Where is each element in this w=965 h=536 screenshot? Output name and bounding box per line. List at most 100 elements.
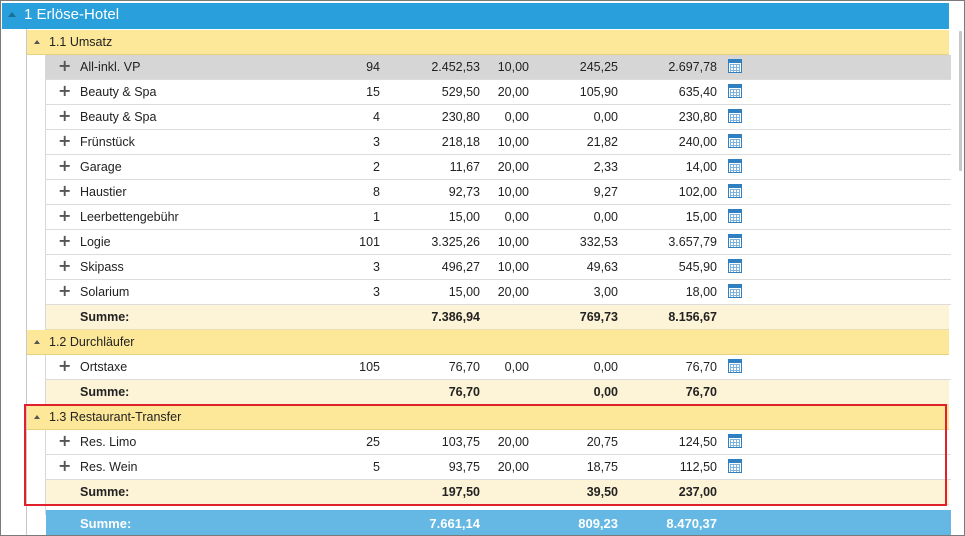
item-net: 15,00 <box>448 285 480 299</box>
item-name: Logie <box>80 235 111 249</box>
calendar-icon[interactable] <box>728 234 742 248</box>
table-row[interactable]: + Garage 2 11,67 20,00 2,33 14,00 <box>46 155 951 180</box>
sum-label: Summe: <box>80 385 130 399</box>
item-tax-rate: 10,00 <box>497 235 529 249</box>
sum-net: 197,50 <box>441 485 480 499</box>
collapse-arrow-icon[interactable] <box>8 12 16 17</box>
item-quantity: 94 <box>366 60 380 74</box>
item-quantity: 2 <box>373 160 380 174</box>
triangle-up-icon[interactable] <box>34 40 40 44</box>
item-name: Res. Wein <box>80 460 138 474</box>
sum-label: Summe: <box>80 485 130 499</box>
group-header[interactable]: 1.2 Durchläufer <box>27 330 949 355</box>
item-net: 11,67 <box>449 160 480 174</box>
table-row[interactable]: + Beauty & Spa 4 230,80 0,00 0,00 230,80 <box>46 105 951 130</box>
sum-gross: 8.156,67 <box>668 310 717 324</box>
calendar-icon[interactable] <box>728 184 742 198</box>
table-row[interactable]: + Logie 101 3.325,26 10,00 332,53 3.657,79 <box>46 230 951 255</box>
item-net: 2.452,53 <box>431 60 480 74</box>
table-row[interactable]: + Leerbettengebühr 1 15,00 0,00 0,00 15,00 <box>46 205 951 230</box>
triangle-up-icon[interactable] <box>34 340 40 344</box>
calendar-icon[interactable] <box>728 84 742 98</box>
group-header[interactable]: 1.3 Restaurant-Transfer <box>27 405 949 430</box>
grand-total-gross: 8.470,37 <box>666 516 717 531</box>
calendar-icon[interactable] <box>728 459 742 473</box>
item-gross: 18,00 <box>685 285 717 299</box>
calendar-icon[interactable] <box>728 259 742 273</box>
plus-icon[interactable]: + <box>58 182 71 200</box>
calendar-icon[interactable] <box>728 434 742 448</box>
category-header[interactable]: 1 Erlöse-Hotel <box>2 3 949 29</box>
table-row[interactable]: + Beauty & Spa 15 529,50 20,00 105,90 635,40 <box>46 80 951 105</box>
item-name: Skipass <box>80 260 124 274</box>
triangle-up-icon[interactable] <box>34 415 40 419</box>
item-tax: 21,82 <box>586 135 618 149</box>
item-gross: 240,00 <box>678 135 717 149</box>
item-gross: 635,40 <box>678 85 717 99</box>
plus-icon[interactable]: + <box>58 132 71 150</box>
sum-tax: 769,73 <box>579 310 618 324</box>
grand-total-net: 7.661,14 <box>429 516 480 531</box>
item-tax: 18,75 <box>586 460 618 474</box>
table-row[interactable]: + All-inkl. VP 94 2.452,53 10,00 245,25 2.697,… <box>46 55 951 80</box>
item-name: Haustier <box>80 185 127 199</box>
item-tax: 2,33 <box>593 160 618 174</box>
calendar-icon[interactable] <box>728 209 742 223</box>
plus-icon[interactable]: + <box>58 107 71 125</box>
sum-tax: 0,00 <box>593 385 618 399</box>
table-row[interactable]: + Res. Wein 5 93,75 20,00 18,75 112,50 <box>46 455 951 480</box>
item-tax-rate: 0,00 <box>504 110 529 124</box>
calendar-icon[interactable] <box>728 284 742 298</box>
item-net: 92,73 <box>448 185 480 199</box>
calendar-icon[interactable] <box>728 59 742 73</box>
plus-icon[interactable]: + <box>58 432 71 450</box>
report-window: 1 Erlöse-Hotel 1.1 Umsatz + All-inkl. VP 94… <box>0 0 965 536</box>
item-tax-rate: 10,00 <box>497 135 529 149</box>
grand-total-row: Summe: 7.661,14 809,23 8.470,37 <box>46 510 951 535</box>
group-sum-row: Summe: 7.386,94 769,73 8.156,67 <box>46 305 949 330</box>
table-row[interactable]: + Ortstaxe 105 76,70 0,00 0,00 76,70 <box>46 355 951 380</box>
item-net: 103,75 <box>441 435 480 449</box>
item-gross: 2.697,78 <box>668 60 717 74</box>
item-tax-rate: 10,00 <box>497 260 529 274</box>
table-row[interactable]: + Solarium 3 15,00 20,00 3,00 18,00 <box>46 280 951 305</box>
sum-tax: 39,50 <box>586 485 618 499</box>
item-quantity: 105 <box>359 360 380 374</box>
plus-icon[interactable]: + <box>58 207 71 225</box>
group-title: 1.3 Restaurant-Transfer <box>49 410 182 424</box>
item-tax: 49,63 <box>586 260 618 274</box>
item-tax: 332,53 <box>579 235 618 249</box>
sum-net: 76,70 <box>448 385 480 399</box>
plus-icon[interactable]: + <box>58 357 71 375</box>
item-quantity: 1 <box>373 210 380 224</box>
group-sum-row: Summe: 197,50 39,50 237,00 <box>46 480 949 505</box>
calendar-icon[interactable] <box>728 109 742 123</box>
table-row[interactable]: + Skipass 3 496,27 10,00 49,63 545,90 <box>46 255 951 280</box>
item-quantity: 3 <box>373 260 380 274</box>
item-quantity: 101 <box>359 235 380 249</box>
item-name: Beauty & Spa <box>80 85 157 99</box>
item-quantity: 5 <box>373 460 380 474</box>
calendar-icon[interactable] <box>728 359 742 373</box>
plus-icon[interactable]: + <box>58 457 71 475</box>
item-tax: 245,25 <box>579 60 618 74</box>
item-name: Ortstaxe <box>80 360 128 374</box>
item-tax-rate: 20,00 <box>497 285 529 299</box>
plus-icon[interactable]: + <box>58 57 71 75</box>
item-tax: 0,00 <box>593 360 618 374</box>
table-row[interactable]: + Frünstück 3 218,18 10,00 21,82 240,00 <box>46 130 951 155</box>
item-gross: 15,00 <box>685 210 717 224</box>
plus-icon[interactable]: + <box>58 257 71 275</box>
group-header[interactable]: 1.1 Umsatz <box>27 30 949 55</box>
plus-icon[interactable]: + <box>58 232 71 250</box>
item-net: 3.325,26 <box>431 235 480 249</box>
table-row[interactable]: + Haustier 8 92,73 10,00 9,27 102,00 <box>46 180 951 205</box>
calendar-icon[interactable] <box>728 134 742 148</box>
sum-gross: 237,00 <box>678 485 717 499</box>
plus-icon[interactable]: + <box>58 157 71 175</box>
calendar-icon[interactable] <box>728 159 742 173</box>
table-row[interactable]: + Res. Limo 25 103,75 20,00 20,75 124,50 <box>46 430 951 455</box>
plus-icon[interactable]: + <box>58 82 71 100</box>
scrollbar-thumb[interactable] <box>959 31 962 171</box>
plus-icon[interactable]: + <box>58 282 71 300</box>
